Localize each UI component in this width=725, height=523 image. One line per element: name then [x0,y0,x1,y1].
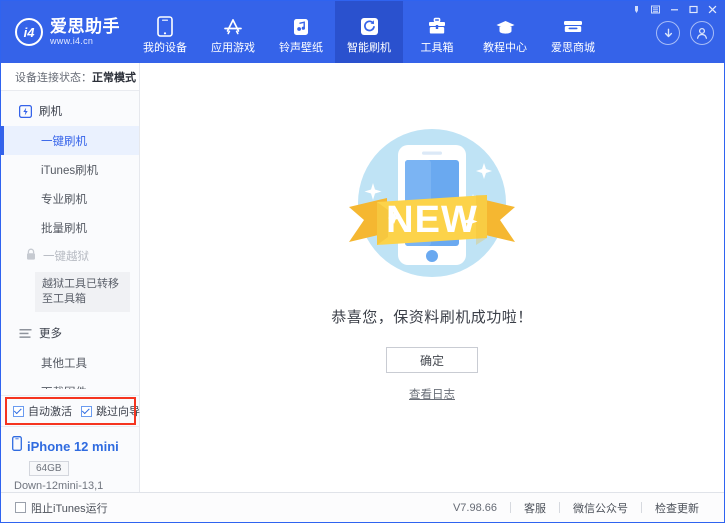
checkbox-auto-activate[interactable] [13,406,24,417]
nav-item-apps-games[interactable]: 应用游戏 [199,1,267,63]
nav-label: 教程中心 [483,42,527,55]
view-log-link[interactable]: 查看日志 [409,386,455,402]
music-icon [290,16,312,38]
device-info[interactable]: iPhone 12 mini 64GB Down-12mini-13,1 [1,427,139,492]
option-skip-wizard[interactable]: 跳过向导 [81,403,140,419]
device-identifier: Down-12mini-13,1 [14,480,139,492]
block-itunes-option[interactable]: 阻止iTunes运行 [15,500,108,516]
store-icon [562,16,584,38]
block-itunes-label: 阻止iTunes运行 [31,500,108,516]
app-window: i4 爱思助手 www.i4.cn 我的设备 应用游戏 [0,0,725,523]
confirm-button[interactable]: 确定 [386,347,478,373]
nav-label: 铃声壁纸 [279,42,323,55]
svg-text:NEW: NEW [386,199,478,241]
sidebar-item-label: 其他工具 [41,355,87,371]
wechat-official-link[interactable]: 微信公众号 [560,500,641,516]
account-icon[interactable] [690,21,714,45]
sidebar-group-flash[interactable]: 刷机 [1,96,139,126]
minimize-icon[interactable] [669,4,680,15]
sidebar-options: 自动激活 跳过向导 [1,395,139,427]
connection-status-value: 正常模式 [92,69,136,85]
download-icon[interactable] [656,21,680,45]
sidebar-item-batch-flash[interactable]: 批量刷机 [1,213,139,242]
status-bar: 阻止iTunes运行 V7.98.66 客服 微信公众号 检查更新 [1,492,724,522]
body-area: 设备连接状态：正常模式 刷机 一键刷机 iTunes刷机 专业刷机 [1,63,724,492]
logo-subtitle: www.i4.cn [50,36,120,47]
sidebar-item-label: iTunes刷机 [41,162,98,178]
logo-text: 爱思助手 www.i4.cn [50,17,120,47]
menu-icon[interactable] [650,4,661,15]
logo-title: 爱思助手 [50,17,120,36]
header-actions [656,21,714,45]
nav-item-toolbox[interactable]: 工具箱 [403,1,471,63]
app-header: i4 爱思助手 www.i4.cn 我的设备 应用游戏 [1,1,724,63]
nav-label: 应用游戏 [211,42,255,55]
sidebar-item-label: 专业刷机 [41,191,87,207]
option-label: 跳过向导 [96,403,140,419]
sidebar-menu: 刷机 一键刷机 iTunes刷机 专业刷机 批量刷机 [1,91,139,389]
status-bar-right: V7.98.66 客服 微信公众号 检查更新 [440,500,712,516]
sidebar: 设备连接状态：正常模式 刷机 一键刷机 iTunes刷机 专业刷机 [1,63,140,492]
sidebar-item-jailbreak: 一键越狱 [1,242,139,270]
nav-label: 智能刷机 [347,42,391,55]
list-icon [18,326,32,340]
checkbox-skip-wizard[interactable] [81,406,92,417]
option-label: 自动激活 [28,403,72,419]
jailbreak-tooltip: 越狱工具已转移至工具箱 [35,272,130,312]
sidebar-item-pro-flash[interactable]: 专业刷机 [1,184,139,213]
sidebar-item-label: 一键越狱 [43,248,89,264]
success-message: 恭喜您，保资料刷机成功啦！ [331,306,533,327]
nav-label: 爱思商城 [551,42,595,55]
flash-icon [18,104,32,118]
sidebar-item-label: 批量刷机 [41,220,87,236]
toolbox-icon [426,16,448,38]
refresh-icon [358,16,380,38]
phone-icon [154,16,176,38]
check-update-link[interactable]: 检查更新 [642,500,712,516]
nav-item-my-device[interactable]: 我的设备 [131,1,199,63]
close-icon[interactable] [707,4,718,15]
window-controls [631,4,718,15]
sidebar-item-label: 一键刷机 [41,133,87,149]
nav-item-tutorial-center[interactable]: 教程中心 [471,1,539,63]
sidebar-group-label: 更多 [39,325,62,341]
main-nav: 我的设备 应用游戏 铃声壁纸 智能刷机 [131,1,607,63]
i4-logo-icon: i4 [15,18,43,46]
customer-service-link[interactable]: 客服 [511,500,559,516]
graduation-cap-icon [494,16,516,38]
connection-status: 设备连接状态：正常模式 [1,63,139,91]
new-badge-phone-illustration: NEW [332,119,532,294]
main-content: NEW 恭喜您，保资料刷机成功啦！ 确定 查看日志 [140,63,724,492]
lock-icon [25,248,37,264]
appstore-icon [222,16,244,38]
maximize-icon[interactable] [688,4,699,15]
pin-icon[interactable] [631,4,642,15]
phone-icon [12,436,22,456]
nav-item-store[interactable]: 爱思商城 [539,1,607,63]
sidebar-item-itunes-flash[interactable]: iTunes刷机 [1,155,139,184]
nav-item-ringtones-wallpapers[interactable]: 铃声壁纸 [267,1,335,63]
nav-label: 我的设备 [143,42,187,55]
connection-status-label: 设备连接状态： [15,69,92,85]
version-label: V7.98.66 [440,502,510,514]
sidebar-item-other-tools[interactable]: 其他工具 [1,348,139,377]
device-name: iPhone 12 mini [27,439,119,454]
device-capacity-badge: 64GB [29,461,69,476]
checkbox-block-itunes[interactable] [15,502,26,513]
nav-label: 工具箱 [421,42,454,55]
option-auto-activate[interactable]: 自动激活 [13,403,72,419]
nav-item-smart-flash[interactable]: 智能刷机 [335,1,403,63]
sidebar-group-more[interactable]: 更多 [1,318,139,348]
sidebar-item-one-key-flash[interactable]: 一键刷机 [1,126,139,155]
sidebar-item-download-firmware[interactable]: 下载固件 [1,377,139,389]
app-logo[interactable]: i4 爱思助手 www.i4.cn [1,1,131,63]
sidebar-group-label: 刷机 [39,103,62,119]
sidebar-item-label: 下载固件 [41,384,87,390]
